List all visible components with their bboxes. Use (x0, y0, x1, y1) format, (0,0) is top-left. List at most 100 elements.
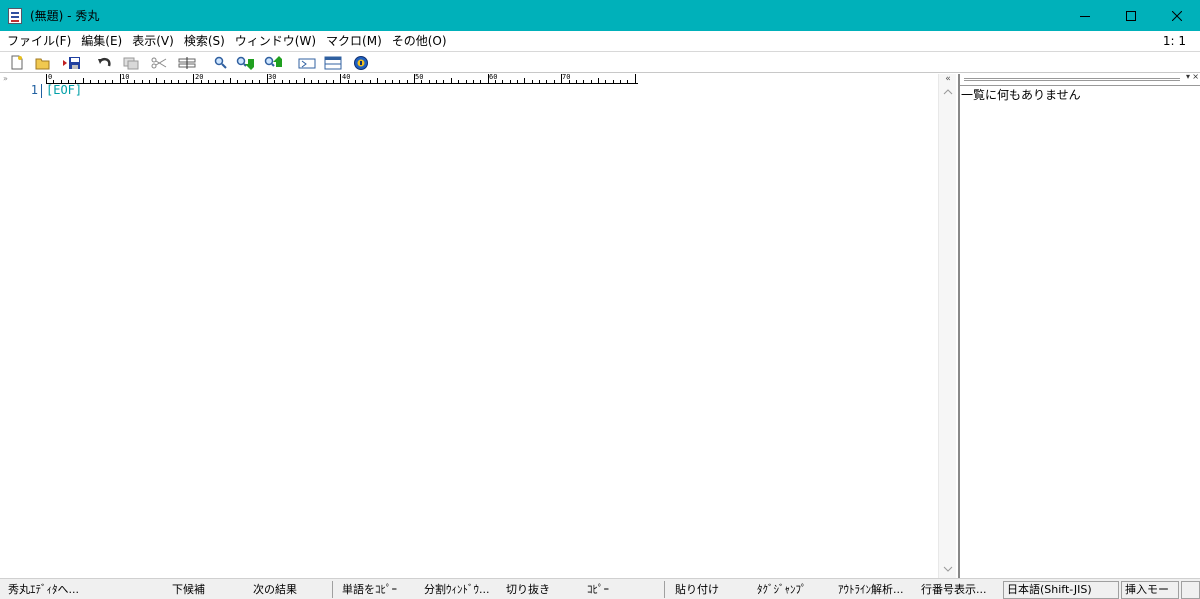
ruler-tick (274, 80, 276, 83)
ruler-label: 60 (489, 73, 498, 81)
ruler-tick (612, 80, 614, 83)
ruler-tick (215, 80, 217, 83)
app-icon[interactable] (8, 7, 22, 24)
ruler-tick (377, 78, 379, 83)
menu-view[interactable]: 表示(V) (127, 31, 179, 52)
menu-window[interactable]: ウィンドウ(W) (230, 31, 321, 52)
editor-area[interactable]: » 0 10 20 30 40 50 60 70 1 [EOF] (0, 73, 938, 578)
status-separator (664, 581, 665, 598)
search-button[interactable] (212, 54, 230, 71)
ruler-tick (598, 78, 599, 83)
undo-button[interactable] (96, 54, 114, 71)
chevron-down-icon[interactable]: ▾ (1186, 72, 1190, 81)
save-as-button[interactable] (62, 54, 80, 71)
ruler-label: 10 (121, 73, 130, 81)
encoding-indicator[interactable]: 日本語(Shift-JIS) (1003, 581, 1119, 599)
ruler-tick (399, 80, 401, 83)
split-window-button[interactable] (324, 54, 342, 71)
status-item-line-numbers[interactable]: 行番号表示... (921, 579, 987, 599)
scroll-down-icon[interactable] (943, 564, 953, 574)
status-extra-panel (1181, 581, 1200, 599)
scroll-up-icon[interactable] (943, 87, 953, 97)
ruler-tick (252, 80, 254, 83)
ruler-tick (333, 80, 335, 83)
ruler-tick (406, 80, 408, 83)
title-bar[interactable]: (無題) - 秀丸 (0, 0, 1200, 31)
menu-edit[interactable]: 編集(E) (76, 31, 127, 52)
outline-pane[interactable]: ▾ × 一覧に何もありません (958, 72, 1200, 578)
ruler-tick (391, 80, 393, 83)
status-item-cut[interactable]: 切り抜き (506, 579, 550, 599)
close-icon (1172, 10, 1182, 21)
maximize-icon (1126, 10, 1136, 21)
status-item-outline[interactable]: ｱｳﾄﾗｲﾝ解析... (838, 579, 904, 599)
ruler-label: 30 (268, 73, 277, 81)
copy-button[interactable] (122, 54, 140, 71)
window-controls (1062, 0, 1200, 31)
toolbar (0, 52, 1200, 73)
help-button[interactable] (352, 54, 370, 71)
cursor-position: 1: 1 (1162, 34, 1186, 48)
ruler-tick (568, 80, 570, 83)
outline-pane-grip[interactable] (964, 78, 1180, 81)
menu-other[interactable]: その他(O) (387, 31, 452, 52)
close-button[interactable] (1154, 0, 1200, 31)
cut-icon (151, 57, 167, 68)
insert-mode-indicator[interactable]: 挿入モード (1121, 581, 1179, 599)
status-item-next-result[interactable]: 次の結果 (253, 579, 297, 599)
ruler-tick (509, 80, 511, 83)
tag-jump-button[interactable] (298, 54, 316, 71)
left-margin-marker: » (3, 74, 8, 83)
paste-button[interactable] (178, 54, 196, 71)
menu-macro[interactable]: マクロ(M) (321, 31, 387, 52)
ruler: 0 10 20 30 40 50 60 70 (46, 73, 638, 84)
ruler-tick (355, 80, 357, 83)
split-window-icon (324, 56, 342, 69)
ruler-tick (281, 80, 283, 83)
status-item-next-candidate[interactable]: 下候補 (172, 579, 205, 599)
open-file-button[interactable] (34, 54, 52, 71)
pane-close-icon[interactable]: × (1192, 72, 1199, 81)
ruler-tick (590, 80, 592, 83)
status-item-split-window[interactable]: 分割ｳｨﾝﾄﾞｳ... (424, 579, 490, 599)
status-item-tag-jump[interactable]: ﾀｸﾞｼﾞｬﾝﾌﾟ (757, 579, 807, 599)
search-down-icon (236, 56, 254, 70)
search-down-button[interactable] (236, 54, 254, 71)
ruler-tick (266, 74, 268, 83)
ruler-tick (90, 80, 92, 83)
line-number: 1 (30, 83, 38, 97)
menu-search[interactable]: 検索(S) (179, 31, 230, 52)
search-up-icon (264, 55, 282, 67)
new-file-button[interactable] (8, 54, 26, 71)
ruler-tick (222, 80, 224, 83)
collapse-pane-button[interactable]: « (939, 74, 957, 84)
ruler-tick (347, 80, 349, 83)
status-item-copy-word[interactable]: 単語をｺﾋﾟｰ (342, 579, 397, 599)
search-up-button[interactable] (264, 54, 282, 71)
minimize-icon (1080, 15, 1090, 17)
ruler-tick (244, 80, 246, 83)
ruler-tick (46, 74, 47, 83)
maximize-button[interactable] (1108, 0, 1154, 31)
ruler-tick (340, 74, 342, 83)
outline-pane-header: ▾ × (960, 72, 1200, 86)
open-folder-icon (35, 58, 50, 69)
ruler-tick (524, 78, 526, 83)
window-title: (無題) - 秀丸 (30, 9, 100, 23)
ruler-tick (517, 80, 519, 83)
ruler-tick (310, 80, 312, 83)
status-bar: 秀丸ｴﾃﾞｨﾀへ... 下候補 次の結果 単語をｺﾋﾟｰ 分割ｳｨﾝﾄﾞｳ...… (0, 578, 1200, 599)
menu-file[interactable]: ファイル(F) (2, 31, 76, 52)
ruler-tick (296, 80, 298, 83)
ruler-tick (207, 80, 209, 83)
status-item-hidemaru-editor[interactable]: 秀丸ｴﾃﾞｨﾀへ... (8, 579, 79, 599)
minimize-button[interactable] (1062, 0, 1108, 31)
ruler-tick (575, 80, 577, 83)
help-icon (354, 55, 368, 70)
ruler-tick (458, 80, 460, 83)
status-item-copy[interactable]: ｺﾋﾟｰ (587, 579, 609, 599)
vertical-scrollbar[interactable]: « (938, 74, 956, 578)
cut-button[interactable] (150, 54, 168, 71)
ruler-tick (200, 80, 202, 83)
status-item-paste[interactable]: 貼り付け (675, 579, 719, 599)
